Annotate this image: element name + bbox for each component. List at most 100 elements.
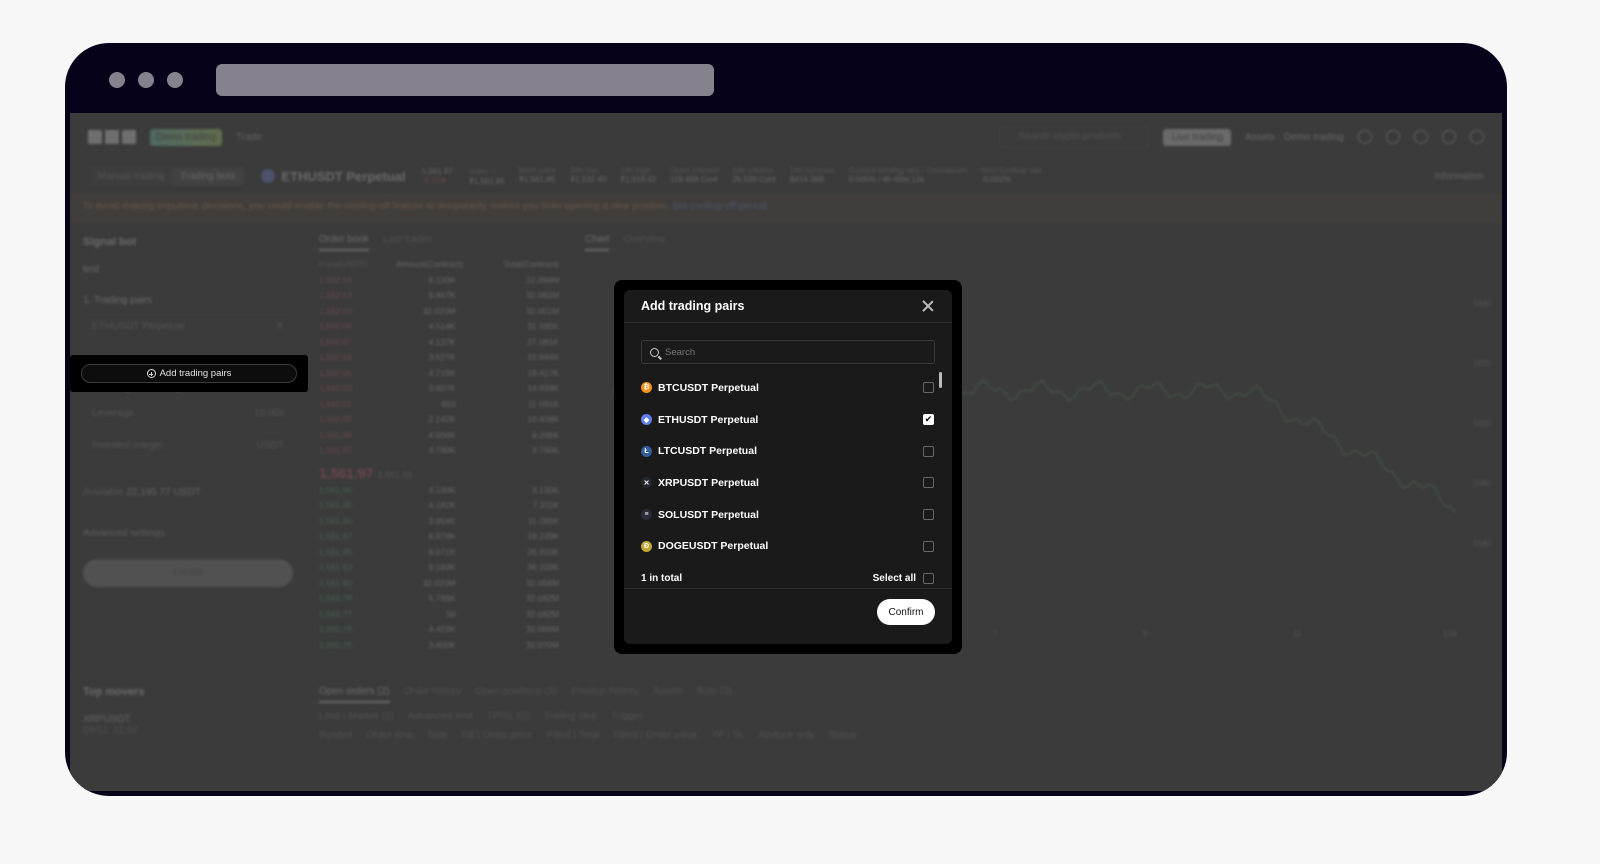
selected-pair-label: ETHUSDT Perpetual bbox=[92, 321, 185, 332]
manual-trading-tab[interactable]: Manual trading bbox=[90, 168, 172, 185]
pair-checkbox[interactable] bbox=[923, 509, 934, 521]
orders-subtab[interactable]: Trailing stop bbox=[543, 711, 597, 722]
orderbook-row[interactable]: 1,561.95 4.181K 7.311K bbox=[319, 500, 559, 516]
orderbook-row[interactable]: 1,561.85 8.671K 26.910K bbox=[319, 547, 559, 563]
help-icon[interactable] bbox=[1442, 130, 1456, 144]
pair-checkbox[interactable] bbox=[923, 445, 934, 457]
margin-field[interactable]: Invested margin USDT bbox=[83, 433, 293, 457]
live-trading-button[interactable]: Live trading bbox=[1163, 128, 1232, 146]
window-dot-maximize[interactable] bbox=[167, 72, 183, 88]
pair-search-field[interactable] bbox=[641, 340, 935, 364]
orders-subtab[interactable]: Trigger bbox=[611, 711, 642, 722]
window-dot-minimize[interactable] bbox=[138, 72, 154, 88]
orders-tab[interactable]: Bots (3) bbox=[697, 686, 732, 703]
pair-option[interactable]: ✕ XRPUSDT Perpetual bbox=[641, 467, 935, 499]
bell-icon[interactable] bbox=[1414, 130, 1428, 144]
signal-selector[interactable]: test bbox=[83, 264, 293, 275]
orderbook-row[interactable]: 1,561.90 3.954K 11.265K bbox=[319, 516, 559, 532]
pair-option[interactable]: Ð DOGEUSDT Perpetual bbox=[641, 530, 935, 562]
close-icon[interactable] bbox=[921, 299, 935, 313]
stat-label: 24h volume bbox=[732, 166, 774, 175]
search-icon bbox=[650, 347, 659, 357]
orderbook-row[interactable]: 1,561.97 3.790K 3.790K bbox=[319, 445, 559, 461]
pair-option[interactable]: ◆ ETHUSDT Perpetual ✔ bbox=[641, 404, 935, 436]
orderbook-row[interactable]: 1,562.05 4.719K 19.417K bbox=[319, 368, 559, 384]
leverage-field[interactable]: Leverage 10.00x bbox=[83, 401, 293, 425]
orderbook-row[interactable]: 1,562.13 9.467K 32.061M bbox=[319, 290, 559, 306]
price-change: -3.11% bbox=[421, 176, 447, 185]
orderbook-row[interactable]: 1,562.08 4.514K 31.595K bbox=[319, 321, 559, 337]
create-button[interactable]: Create bbox=[83, 559, 293, 587]
pair-checkbox[interactable] bbox=[923, 540, 934, 552]
advanced-settings-toggle[interactable]: Advanced settings bbox=[83, 528, 293, 539]
orderbook-row[interactable]: 1,561.78 5.746K 32.062M bbox=[319, 593, 559, 609]
address-bar[interactable] bbox=[216, 64, 714, 96]
orders-subtab[interactable]: TP/SL (1) bbox=[487, 711, 529, 722]
y-tick-label: 1640.00 bbox=[1473, 299, 1493, 308]
orderbook-row[interactable]: 1,561.75 3.400K 32.070M bbox=[319, 640, 559, 656]
orderbook-row[interactable]: 1,561.98 4.506K 8.296K bbox=[319, 430, 559, 446]
orderbook-tab[interactable]: Order book bbox=[319, 234, 370, 251]
pair-option[interactable]: ₿ BTCUSDT Perpetual bbox=[641, 372, 935, 404]
pair-option[interactable]: ≡ SOLUSDT Perpetual bbox=[641, 499, 935, 531]
chart-tab[interactable]: Overview bbox=[623, 234, 665, 251]
orderbook-row[interactable]: 1,561.96 3.130K 3.130K bbox=[319, 485, 559, 501]
trading-bots-tab[interactable]: Trading bots bbox=[172, 167, 244, 185]
cooling-off-link[interactable]: Set cooling-off period bbox=[672, 201, 766, 212]
orderbook-row[interactable]: 1,562.07 4.137K 27.081K bbox=[319, 337, 559, 353]
user-icon[interactable] bbox=[1358, 130, 1372, 144]
demo-trading-badge[interactable]: Demo trading bbox=[150, 128, 223, 146]
globe-icon[interactable] bbox=[1470, 130, 1484, 144]
column-header: Fill | Order price bbox=[461, 730, 533, 741]
select-all-checkbox[interactable] bbox=[923, 572, 934, 584]
orderbook-row[interactable]: 1,562.10 32.020M 32.051M bbox=[319, 306, 559, 322]
product-search-input[interactable]: Search crypto products bbox=[999, 126, 1150, 148]
okx-logo[interactable] bbox=[88, 130, 136, 144]
pair-checkbox[interactable] bbox=[923, 382, 934, 394]
orderbook-row[interactable]: 1,561.80 32.020M 32.056M bbox=[319, 578, 559, 594]
market-stat: Index ⓘ ₮1,561.85 bbox=[469, 166, 505, 186]
price: 1,562.06 bbox=[319, 352, 353, 362]
top-movers-title: Top movers bbox=[83, 686, 145, 698]
orderbook-row[interactable]: 1,562.15 8.133K 32.069M bbox=[319, 275, 559, 291]
orderbook-row[interactable]: 1,562.03 3.607K 14.698K bbox=[319, 383, 559, 399]
total: 11.091K bbox=[527, 398, 559, 409]
pair-checkbox[interactable] bbox=[923, 477, 934, 489]
orderbook-row[interactable]: 1,561.87 6.974K 18.239K bbox=[319, 531, 559, 547]
window-dot-close[interactable] bbox=[109, 72, 125, 88]
pair-option[interactable]: Ł LTCUSDT Perpetual bbox=[641, 435, 935, 467]
chart-tab[interactable]: Chart bbox=[585, 234, 610, 251]
list-scrollbar[interactable] bbox=[939, 372, 942, 388]
orderbook-row[interactable]: 1,562.01 653 11.091K bbox=[319, 399, 559, 415]
orderbook-row[interactable]: 1,561.83 9.193K 36.103K bbox=[319, 562, 559, 578]
orderbook-row[interactable]: 1,561.77 50 32.062M bbox=[319, 609, 559, 625]
orders-subtab[interactable]: Advanced limit bbox=[408, 711, 473, 722]
orders-tab[interactable]: Order history bbox=[404, 686, 462, 703]
download-icon[interactable] bbox=[1386, 130, 1400, 144]
orders-tab[interactable]: Open positions (3) bbox=[475, 686, 557, 703]
orderbook-tab[interactable]: Last trades bbox=[383, 234, 432, 251]
orders-tab[interactable]: Assets bbox=[653, 686, 683, 703]
orders-tab[interactable]: Open orders (2) bbox=[319, 686, 390, 703]
remove-pair-icon[interactable]: ✕ bbox=[276, 321, 284, 332]
pair-selector[interactable]: ETHUSDT Perpetual bbox=[261, 169, 406, 184]
add-trading-pairs-button[interactable]: Add trading pairs bbox=[81, 364, 297, 383]
nav-trade-menu[interactable]: Trade bbox=[236, 132, 262, 143]
orders-tab[interactable]: Position history bbox=[571, 686, 639, 703]
orders-subtab[interactable]: Limit | Market (1) bbox=[319, 711, 394, 722]
pair-search-input[interactable] bbox=[665, 346, 926, 358]
orderbook-row[interactable]: 1,561.76 4.423K 32.066M bbox=[319, 624, 559, 640]
select-all[interactable]: Select all bbox=[873, 572, 935, 584]
amount: 9.193K bbox=[428, 562, 456, 572]
mode-toggle: Manual trading Trading bots bbox=[88, 165, 246, 187]
information-button[interactable]: Information bbox=[1434, 171, 1484, 182]
confirm-button[interactable]: Confirm bbox=[877, 599, 935, 625]
leverage-value: 10.00x bbox=[253, 408, 284, 419]
market-stat: 24h volume 26.538 Cont bbox=[732, 166, 776, 186]
assets-menu[interactable]: Assets · Demo trading bbox=[1245, 132, 1344, 143]
price: 1,561.98 bbox=[319, 429, 353, 440]
orderbook-row[interactable]: 1,562.06 3.527K 22.944K bbox=[319, 352, 559, 368]
pair-option-label-group: ≡ SOLUSDT Perpetual bbox=[641, 509, 759, 521]
pair-checkbox-checked[interactable]: ✔ bbox=[923, 414, 934, 426]
orderbook-row[interactable]: 1,562.00 2.142K 10.438K bbox=[319, 414, 559, 430]
